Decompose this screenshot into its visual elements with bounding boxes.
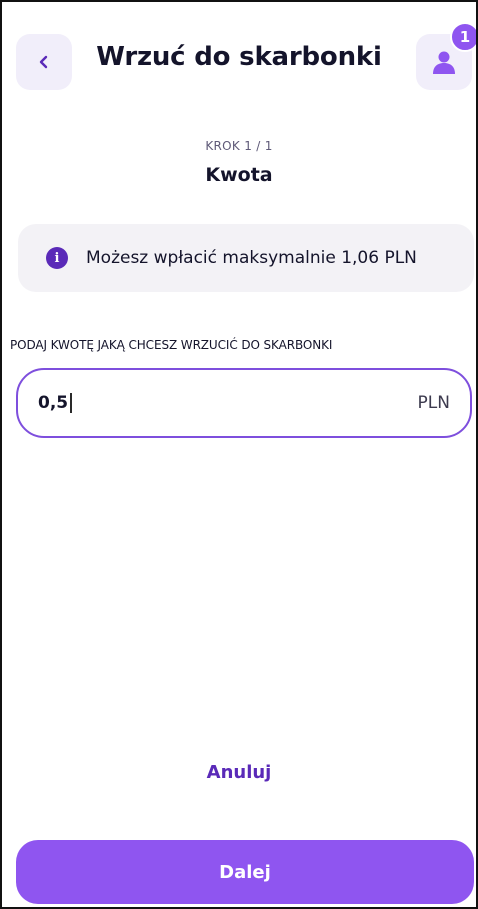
amount-value: 0,5 xyxy=(38,393,69,413)
notification-badge: 1 xyxy=(450,22,476,52)
currency-label: PLN xyxy=(417,393,450,413)
step-indicator: KROK 1 / 1 xyxy=(205,139,273,153)
amount-field[interactable]: 0,5 PLN xyxy=(16,368,472,438)
back-button[interactable] xyxy=(16,34,72,90)
next-button[interactable]: Dalej xyxy=(16,840,474,904)
page-title: Wrzuć do skarbonki xyxy=(96,42,382,72)
info-banner: i Możesz wpłacić maksymalnie 1,06 PLN xyxy=(18,224,474,292)
amount-input[interactable]: 0,5 xyxy=(38,393,418,413)
info-text: Możesz wpłacić maksymalnie 1,06 PLN xyxy=(86,248,417,268)
info-icon: i xyxy=(46,247,68,269)
step-title: Kwota xyxy=(205,164,273,186)
screen: Wrzuć do skarbonki 1 KROK 1 / 1 Kwota i … xyxy=(0,0,478,909)
text-caret xyxy=(70,393,72,413)
user-icon xyxy=(433,51,455,74)
chevron-left-icon xyxy=(39,55,48,69)
cancel-button[interactable]: Anuluj xyxy=(2,762,476,783)
amount-label: PODAJ KWOTĘ JAKĄ CHCESZ WRZUCIĆ DO SKARB… xyxy=(10,338,333,352)
